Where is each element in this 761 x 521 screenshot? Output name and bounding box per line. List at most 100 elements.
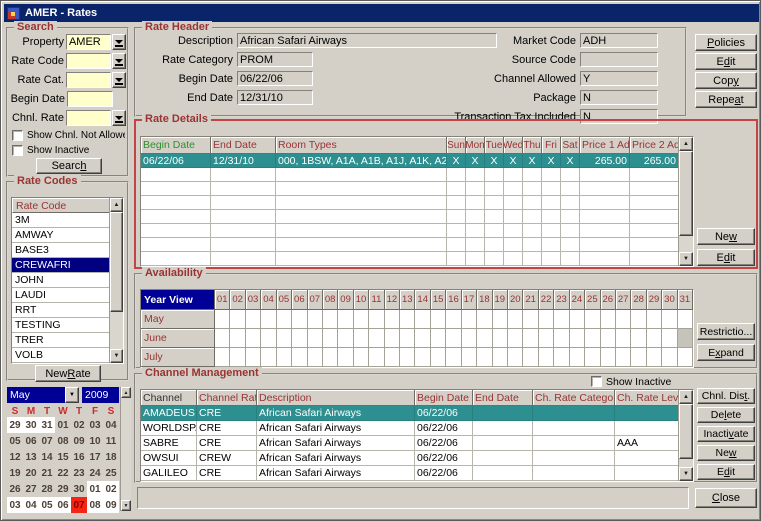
table-cell[interactable] <box>630 182 679 196</box>
table-cell[interactable] <box>630 252 679 266</box>
table-cell[interactable] <box>561 238 580 252</box>
table-cell[interactable] <box>485 182 504 196</box>
table-cell[interactable] <box>615 451 679 466</box>
table-row[interactable] <box>141 252 693 266</box>
availability-cell[interactable] <box>446 329 461 348</box>
table-cell[interactable] <box>504 196 523 210</box>
channel-management-scrollbar[interactable]: ▲▼ <box>678 390 693 481</box>
table-cell[interactable]: 06/22/06 <box>415 436 473 451</box>
calendar-day[interactable]: 30 <box>23 417 39 433</box>
calendar-day[interactable]: 08 <box>87 497 103 513</box>
table-cell[interactable] <box>615 406 679 421</box>
calendar-day[interactable]: 20 <box>23 465 39 481</box>
availability-cell[interactable] <box>215 310 230 329</box>
table-cell[interactable]: African Safari Airways <box>257 466 415 481</box>
availability-cell[interactable] <box>308 348 323 367</box>
calendar-year-field[interactable]: 2009 <box>82 387 119 403</box>
availability-cell[interactable] <box>354 310 369 329</box>
table-cell[interactable] <box>542 196 561 210</box>
table-cell[interactable] <box>580 196 630 210</box>
calendar-day[interactable]: 28 <box>39 481 55 497</box>
availability-cell[interactable] <box>400 329 415 348</box>
availability-cell[interactable] <box>616 310 631 329</box>
rate-code-item-base3[interactable]: BASE3 <box>12 243 110 258</box>
table-cell[interactable]: African Safari Airways <box>257 436 415 451</box>
table-cell[interactable]: African Safari Airways <box>257 406 415 421</box>
calendar-day[interactable]: 05 <box>39 497 55 513</box>
channel-management-scrollbar-track[interactable] <box>679 404 693 467</box>
availability-cell[interactable] <box>415 348 430 367</box>
table-cell[interactable]: X <box>542 154 561 168</box>
availability-cell[interactable] <box>230 348 245 367</box>
rate-details-scrollbar-up-arrow[interactable]: ▲ <box>679 137 693 151</box>
availability-cell[interactable] <box>246 348 261 367</box>
rate-code-item-3m[interactable]: 3M <box>12 213 110 228</box>
calendar-day[interactable]: 18 <box>103 449 119 465</box>
calendar-day[interactable]: 25 <box>103 465 119 481</box>
availability-cell[interactable] <box>601 310 616 329</box>
calendar-day[interactable]: 09 <box>71 433 87 449</box>
channel-new-button[interactable]: New <box>697 445 755 461</box>
table-row[interactable] <box>141 224 693 238</box>
table-cell[interactable] <box>473 451 533 466</box>
table-cell[interactable] <box>473 406 533 421</box>
rate-code-item-crewafri[interactable]: CREWAFRI <box>12 258 110 273</box>
table-cell[interactable]: X <box>561 154 580 168</box>
table-cell[interactable] <box>276 224 447 238</box>
table-cell[interactable] <box>630 196 679 210</box>
table-cell[interactable] <box>561 210 580 224</box>
availability-cell[interactable] <box>354 329 369 348</box>
table-row[interactable]: GALILEOCREAfrican Safari Airways06/22/06 <box>141 466 693 481</box>
calendar-month-select[interactable]: May <box>7 387 65 403</box>
calendar-day[interactable]: 08 <box>55 433 71 449</box>
table-cell[interactable] <box>466 224 485 238</box>
table-cell[interactable] <box>523 238 542 252</box>
rate-codes-scrollbar-track[interactable] <box>110 212 123 349</box>
show-inactive-checkbox[interactable] <box>591 376 602 387</box>
table-cell[interactable] <box>504 238 523 252</box>
table-row[interactable]: AMADEUSCREAfrican Safari Airways06/22/06 <box>141 406 693 421</box>
search-input-chnl-rate[interactable] <box>66 110 111 126</box>
calendar-day[interactable]: 24 <box>87 465 103 481</box>
table-cell[interactable] <box>542 224 561 238</box>
calendar-day[interactable]: 26 <box>7 481 23 497</box>
search-button[interactable]: Search <box>36 158 102 174</box>
table-cell[interactable] <box>542 210 561 224</box>
table-cell[interactable] <box>141 210 211 224</box>
table-cell[interactable] <box>466 238 485 252</box>
availability-cell[interactable] <box>431 310 446 329</box>
availability-cell[interactable] <box>616 329 631 348</box>
calendar-day[interactable]: 02 <box>103 481 119 497</box>
calendar-day[interactable]: 02 <box>71 417 87 433</box>
rate-details-scrollbar-thumb[interactable] <box>679 151 693 236</box>
channel-delete-button[interactable]: Delete <box>697 407 755 423</box>
calendar-day[interactable]: 22 <box>55 465 71 481</box>
availability-cell[interactable] <box>508 310 523 329</box>
table-row[interactable]: SABRECREAfrican Safari Airways06/22/06AA… <box>141 436 693 451</box>
availability-cell[interactable] <box>292 329 307 348</box>
calendar-day[interactable]: 04 <box>103 417 119 433</box>
table-cell[interactable] <box>466 252 485 266</box>
availability-cell[interactable] <box>585 310 600 329</box>
availability-cell[interactable] <box>292 310 307 329</box>
availability-cell[interactable] <box>631 329 646 348</box>
table-cell[interactable] <box>211 224 276 238</box>
calendar-day[interactable]: 29 <box>55 481 71 497</box>
table-cell[interactable]: 06/22/06 <box>415 421 473 436</box>
availability-cell[interactable] <box>446 310 461 329</box>
table-cell[interactable] <box>580 252 630 266</box>
availability-cell[interactable] <box>415 310 430 329</box>
availability-cell[interactable] <box>462 310 477 329</box>
calendar-day[interactable]: 01 <box>55 417 71 433</box>
close-button[interactable]: Close <box>695 488 757 508</box>
table-cell[interactable] <box>211 238 276 252</box>
rate-code-item-laudi[interactable]: LAUDI <box>12 288 110 303</box>
calendar-day[interactable]: 23 <box>71 465 87 481</box>
policies-button[interactable]: Policies <box>695 34 757 51</box>
table-cell[interactable]: CREW <box>197 451 257 466</box>
table-cell[interactable] <box>630 168 679 182</box>
table-row[interactable] <box>141 210 693 224</box>
availability-cell[interactable] <box>539 310 554 329</box>
availability-cell[interactable] <box>523 348 538 367</box>
table-cell[interactable] <box>533 451 615 466</box>
